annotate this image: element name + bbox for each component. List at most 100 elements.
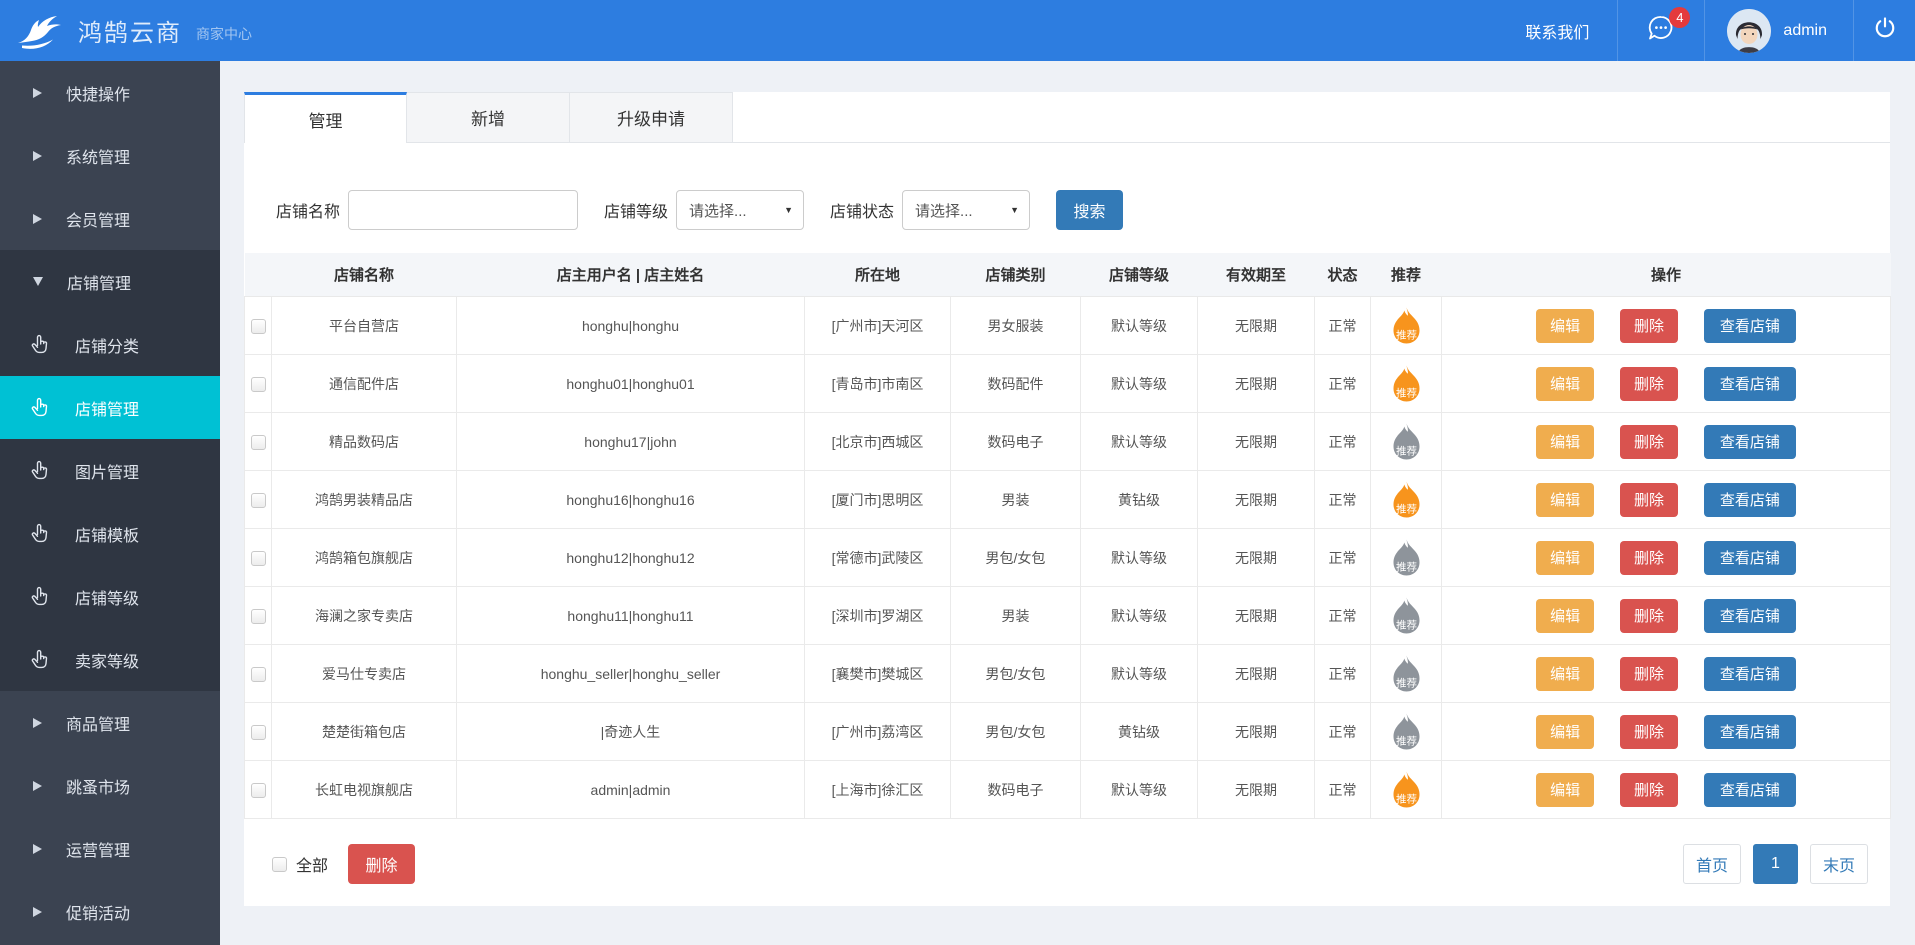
select-all-checkbox[interactable] <box>272 857 287 872</box>
edit-button[interactable]: 编辑 <box>1536 773 1594 807</box>
sidebar-group-item[interactable]: 促销活动 <box>0 880 220 943</box>
swan-logo-icon <box>16 11 70 51</box>
flame-recommend-icon[interactable]: 推荐 <box>1388 712 1425 752</box>
tab[interactable]: 新增 <box>407 92 570 143</box>
row-checkbox[interactable] <box>251 609 266 624</box>
cell-category: 数码电子 <box>951 413 1081 471</box>
sidebar-sub-item[interactable]: 店铺管理 <box>0 376 220 439</box>
col-owner: 店主用户名 | 店主姓名 <box>457 253 805 297</box>
sidebar-sub-item[interactable]: 店铺等级 <box>0 565 220 628</box>
sidebar-group-item[interactable]: 快捷操作 <box>0 61 220 124</box>
flame-recommend-icon[interactable]: 推荐 <box>1388 770 1425 810</box>
edit-button[interactable]: 编辑 <box>1536 483 1594 517</box>
delete-button[interactable]: 删除 <box>1620 309 1678 343</box>
delete-button[interactable]: 删除 <box>1620 773 1678 807</box>
delete-button[interactable]: 删除 <box>1620 367 1678 401</box>
sidebar-group-item[interactable]: 商品管理 <box>0 691 220 754</box>
row-checkbox[interactable] <box>251 435 266 450</box>
flame-recommend-icon[interactable]: 推荐 <box>1388 364 1425 404</box>
view-shop-button[interactable]: 查看店铺 <box>1704 425 1796 459</box>
shop-level-select[interactable]: 请选择... ▼ <box>676 190 804 230</box>
edit-button[interactable]: 编辑 <box>1536 715 1594 749</box>
user-menu[interactable]: admin <box>1704 0 1853 61</box>
cell-location: [厦门市]思明区 <box>805 471 951 529</box>
sidebar-group-item[interactable]: 店铺管理 <box>0 250 220 313</box>
cell-valid-until: 无限期 <box>1198 703 1315 761</box>
cell-level: 黄钻级 <box>1081 471 1198 529</box>
col-recommend: 推荐 <box>1371 253 1442 297</box>
row-checkbox[interactable] <box>251 493 266 508</box>
view-shop-button[interactable]: 查看店铺 <box>1704 599 1796 633</box>
view-shop-button[interactable]: 查看店铺 <box>1704 309 1796 343</box>
sidebar-group-item[interactable]: 会员管理 <box>0 187 220 250</box>
edit-button[interactable]: 编辑 <box>1536 425 1594 459</box>
row-checkbox[interactable] <box>251 319 266 334</box>
sidebar-sub-item[interactable]: 店铺模板 <box>0 502 220 565</box>
cell-valid-until: 无限期 <box>1198 355 1315 413</box>
flame-recommend-label: 推荐 <box>1396 734 1417 747</box>
cell-actions: 编辑 删除 查看店铺 <box>1442 761 1891 819</box>
view-shop-button[interactable]: 查看店铺 <box>1704 483 1796 517</box>
delete-button[interactable]: 删除 <box>1620 425 1678 459</box>
delete-button[interactable]: 删除 <box>1620 599 1678 633</box>
flame-recommend-icon[interactable]: 推荐 <box>1388 538 1425 578</box>
shop-status-select[interactable]: 请选择... ▼ <box>902 190 1030 230</box>
view-shop-button[interactable]: 查看店铺 <box>1704 773 1796 807</box>
cell-actions: 编辑 删除 查看店铺 <box>1442 413 1891 471</box>
flame-recommend-icon[interactable]: 推荐 <box>1388 654 1425 694</box>
view-shop-button[interactable]: 查看店铺 <box>1704 715 1796 749</box>
content-panel: 管理新增升级申请 店铺名称 店铺等级 请选择... ▼ 店铺状态 请选择... … <box>244 92 1890 906</box>
flame-recommend-icon[interactable]: 推荐 <box>1388 480 1425 520</box>
hand-pointer-icon <box>30 397 52 419</box>
view-shop-button[interactable]: 查看店铺 <box>1704 367 1796 401</box>
page-button[interactable]: 首页 <box>1683 844 1741 884</box>
flame-recommend-icon[interactable]: 推荐 <box>1388 306 1425 346</box>
col-status: 状态 <box>1315 253 1371 297</box>
cell-shop-name: 通信配件店 <box>272 355 457 413</box>
shop-name-label: 店铺名称 <box>276 198 340 222</box>
sidebar-group-item[interactable]: 跳蚤市场 <box>0 754 220 817</box>
col-category: 店铺类别 <box>951 253 1081 297</box>
view-shop-button[interactable]: 查看店铺 <box>1704 541 1796 575</box>
cell-location: [襄樊市]樊城区 <box>805 645 951 703</box>
page-button[interactable]: 1 <box>1753 844 1798 884</box>
sidebar-sub-item[interactable]: 图片管理 <box>0 439 220 502</box>
edit-button[interactable]: 编辑 <box>1536 599 1594 633</box>
page-button[interactable]: 末页 <box>1810 844 1868 884</box>
messages-button[interactable]: 4 <box>1617 0 1704 61</box>
row-checkbox[interactable] <box>251 377 266 392</box>
cell-level: 黄钻级 <box>1081 703 1198 761</box>
delete-button[interactable]: 删除 <box>1620 541 1678 575</box>
delete-button[interactable]: 删除 <box>1620 715 1678 749</box>
cell-owner: honghu01|honghu01 <box>457 355 805 413</box>
row-checkbox[interactable] <box>251 667 266 682</box>
sidebar-sub-item[interactable]: 店铺分类 <box>0 313 220 376</box>
delete-button[interactable]: 删除 <box>1620 657 1678 691</box>
cell-category: 男包/女包 <box>951 645 1081 703</box>
edit-button[interactable]: 编辑 <box>1536 541 1594 575</box>
row-checkbox[interactable] <box>251 783 266 798</box>
sidebar-group-item[interactable]: 运营管理 <box>0 817 220 880</box>
flame-recommend-label: 推荐 <box>1396 560 1417 573</box>
row-checkbox[interactable] <box>251 725 266 740</box>
flame-recommend-icon[interactable]: 推荐 <box>1388 422 1425 462</box>
shop-name-input[interactable] <box>348 190 578 230</box>
edit-button[interactable]: 编辑 <box>1536 367 1594 401</box>
view-shop-button[interactable]: 查看店铺 <box>1704 657 1796 691</box>
delete-button[interactable]: 删除 <box>1620 483 1678 517</box>
bulk-delete-button[interactable]: 删除 <box>348 844 415 884</box>
cell-category: 男女服装 <box>951 297 1081 355</box>
edit-button[interactable]: 编辑 <box>1536 309 1594 343</box>
tab[interactable]: 升级申请 <box>570 92 733 143</box>
sidebar-group-item[interactable]: 系统管理 <box>0 124 220 187</box>
edit-button[interactable]: 编辑 <box>1536 657 1594 691</box>
search-button[interactable]: 搜索 <box>1056 190 1123 230</box>
contact-us-link[interactable]: 联系我们 <box>1497 0 1617 61</box>
flame-recommend-label: 推荐 <box>1396 618 1417 631</box>
col-valid-until: 有效期至 <box>1198 253 1315 297</box>
row-checkbox[interactable] <box>251 551 266 566</box>
sidebar-sub-item[interactable]: 卖家等级 <box>0 628 220 691</box>
logout-button[interactable] <box>1853 0 1915 61</box>
tab[interactable]: 管理 <box>244 92 407 143</box>
flame-recommend-icon[interactable]: 推荐 <box>1388 596 1425 636</box>
